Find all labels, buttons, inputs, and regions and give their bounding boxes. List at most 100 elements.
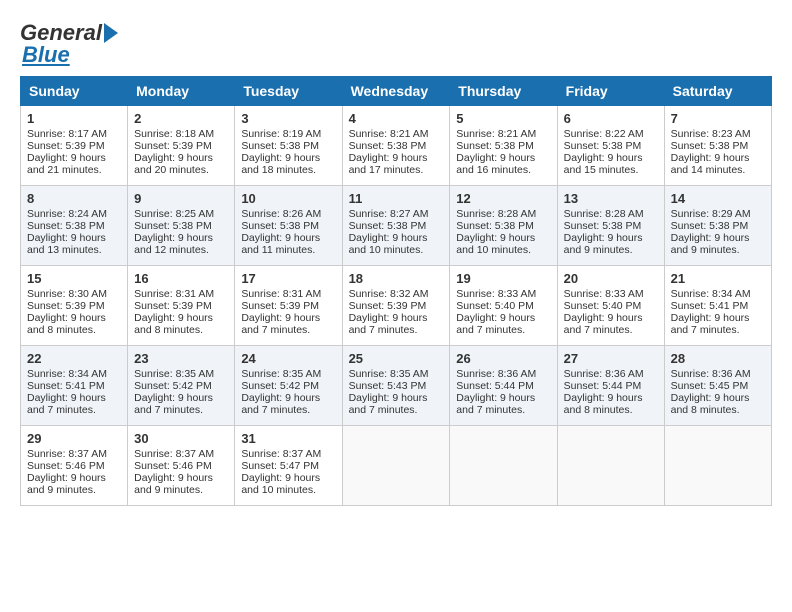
daylight-text: Daylight: 9 hours and 20 minutes.	[134, 152, 213, 176]
sunrise-text: Sunrise: 8:24 AM	[27, 208, 107, 220]
daylight-text: Daylight: 9 hours and 8 minutes.	[671, 392, 750, 416]
calendar-cell: 20 Sunrise: 8:33 AM Sunset: 5:40 PM Dayl…	[557, 266, 664, 346]
calendar-cell	[342, 426, 450, 506]
sunrise-text: Sunrise: 8:37 AM	[241, 448, 321, 460]
calendar-cell: 18 Sunrise: 8:32 AM Sunset: 5:39 PM Dayl…	[342, 266, 450, 346]
calendar-cell: 22 Sunrise: 8:34 AM Sunset: 5:41 PM Dayl…	[21, 346, 128, 426]
daylight-text: Daylight: 9 hours and 15 minutes.	[564, 152, 643, 176]
daylight-text: Daylight: 9 hours and 12 minutes.	[134, 232, 213, 256]
sunrise-text: Sunrise: 8:37 AM	[134, 448, 214, 460]
calendar-week-row: 1 Sunrise: 8:17 AM Sunset: 5:39 PM Dayli…	[21, 106, 772, 186]
calendar-cell: 24 Sunrise: 8:35 AM Sunset: 5:42 PM Dayl…	[235, 346, 342, 426]
calendar-cell: 19 Sunrise: 8:33 AM Sunset: 5:40 PM Dayl…	[450, 266, 557, 346]
sunset-text: Sunset: 5:38 PM	[456, 140, 534, 152]
sunrise-text: Sunrise: 8:35 AM	[134, 368, 214, 380]
sunset-text: Sunset: 5:39 PM	[349, 300, 427, 312]
calendar-cell: 6 Sunrise: 8:22 AM Sunset: 5:38 PM Dayli…	[557, 106, 664, 186]
daylight-text: Daylight: 9 hours and 7 minutes.	[27, 392, 106, 416]
sunset-text: Sunset: 5:39 PM	[27, 140, 105, 152]
calendar-cell: 17 Sunrise: 8:31 AM Sunset: 5:39 PM Dayl…	[235, 266, 342, 346]
calendar-week-row: 22 Sunrise: 8:34 AM Sunset: 5:41 PM Dayl…	[21, 346, 772, 426]
calendar-cell: 15 Sunrise: 8:30 AM Sunset: 5:39 PM Dayl…	[21, 266, 128, 346]
daylight-text: Daylight: 9 hours and 18 minutes.	[241, 152, 320, 176]
calendar-cell	[557, 426, 664, 506]
sunset-text: Sunset: 5:41 PM	[27, 380, 105, 392]
sunset-text: Sunset: 5:47 PM	[241, 460, 319, 472]
sunset-text: Sunset: 5:40 PM	[564, 300, 642, 312]
daylight-text: Daylight: 9 hours and 8 minutes.	[27, 312, 106, 336]
calendar-table: SundayMondayTuesdayWednesdayThursdayFrid…	[20, 76, 772, 506]
daylight-text: Daylight: 9 hours and 7 minutes.	[241, 392, 320, 416]
day-number: 11	[349, 191, 444, 206]
sunrise-text: Sunrise: 8:34 AM	[671, 288, 751, 300]
day-number: 16	[134, 271, 228, 286]
day-number: 31	[241, 431, 335, 446]
sunset-text: Sunset: 5:42 PM	[134, 380, 212, 392]
weekday-header-thursday: Thursday	[450, 77, 557, 106]
sunrise-text: Sunrise: 8:36 AM	[456, 368, 536, 380]
sunrise-text: Sunrise: 8:35 AM	[349, 368, 429, 380]
sunset-text: Sunset: 5:46 PM	[134, 460, 212, 472]
calendar-cell: 2 Sunrise: 8:18 AM Sunset: 5:39 PM Dayli…	[128, 106, 235, 186]
sunset-text: Sunset: 5:38 PM	[456, 220, 534, 232]
calendar-cell: 13 Sunrise: 8:28 AM Sunset: 5:38 PM Dayl…	[557, 186, 664, 266]
day-number: 20	[564, 271, 658, 286]
calendar-cell: 26 Sunrise: 8:36 AM Sunset: 5:44 PM Dayl…	[450, 346, 557, 426]
daylight-text: Daylight: 9 hours and 13 minutes.	[27, 232, 106, 256]
day-number: 24	[241, 351, 335, 366]
sunrise-text: Sunrise: 8:37 AM	[27, 448, 107, 460]
daylight-text: Daylight: 9 hours and 7 minutes.	[349, 392, 428, 416]
daylight-text: Daylight: 9 hours and 7 minutes.	[349, 312, 428, 336]
sunset-text: Sunset: 5:38 PM	[134, 220, 212, 232]
calendar-week-row: 15 Sunrise: 8:30 AM Sunset: 5:39 PM Dayl…	[21, 266, 772, 346]
day-number: 8	[27, 191, 121, 206]
sunrise-text: Sunrise: 8:27 AM	[349, 208, 429, 220]
sunrise-text: Sunrise: 8:30 AM	[27, 288, 107, 300]
calendar-cell: 3 Sunrise: 8:19 AM Sunset: 5:38 PM Dayli…	[235, 106, 342, 186]
calendar-cell: 1 Sunrise: 8:17 AM Sunset: 5:39 PM Dayli…	[21, 106, 128, 186]
calendar-cell: 4 Sunrise: 8:21 AM Sunset: 5:38 PM Dayli…	[342, 106, 450, 186]
day-number: 3	[241, 111, 335, 126]
sunrise-text: Sunrise: 8:33 AM	[564, 288, 644, 300]
sunrise-text: Sunrise: 8:33 AM	[456, 288, 536, 300]
sunset-text: Sunset: 5:39 PM	[134, 300, 212, 312]
weekday-header-row: SundayMondayTuesdayWednesdayThursdayFrid…	[21, 77, 772, 106]
calendar-cell: 27 Sunrise: 8:36 AM Sunset: 5:44 PM Dayl…	[557, 346, 664, 426]
daylight-text: Daylight: 9 hours and 17 minutes.	[349, 152, 428, 176]
sunrise-text: Sunrise: 8:21 AM	[456, 128, 536, 140]
calendar-cell: 10 Sunrise: 8:26 AM Sunset: 5:38 PM Dayl…	[235, 186, 342, 266]
day-number: 6	[564, 111, 658, 126]
sunset-text: Sunset: 5:38 PM	[671, 220, 749, 232]
day-number: 2	[134, 111, 228, 126]
sunrise-text: Sunrise: 8:26 AM	[241, 208, 321, 220]
sunset-text: Sunset: 5:41 PM	[671, 300, 749, 312]
sunset-text: Sunset: 5:43 PM	[349, 380, 427, 392]
daylight-text: Daylight: 9 hours and 9 minutes.	[27, 472, 106, 496]
calendar-week-row: 8 Sunrise: 8:24 AM Sunset: 5:38 PM Dayli…	[21, 186, 772, 266]
sunrise-text: Sunrise: 8:32 AM	[349, 288, 429, 300]
sunrise-text: Sunrise: 8:36 AM	[671, 368, 751, 380]
daylight-text: Daylight: 9 hours and 7 minutes.	[671, 312, 750, 336]
sunrise-text: Sunrise: 8:28 AM	[564, 208, 644, 220]
sunrise-text: Sunrise: 8:23 AM	[671, 128, 751, 140]
sunset-text: Sunset: 5:38 PM	[349, 220, 427, 232]
daylight-text: Daylight: 9 hours and 7 minutes.	[564, 312, 643, 336]
sunset-text: Sunset: 5:44 PM	[456, 380, 534, 392]
day-number: 26	[456, 351, 550, 366]
daylight-text: Daylight: 9 hours and 7 minutes.	[134, 392, 213, 416]
calendar-cell: 21 Sunrise: 8:34 AM Sunset: 5:41 PM Dayl…	[664, 266, 771, 346]
day-number: 12	[456, 191, 550, 206]
day-number: 29	[27, 431, 121, 446]
sunrise-text: Sunrise: 8:21 AM	[349, 128, 429, 140]
calendar-cell: 30 Sunrise: 8:37 AM Sunset: 5:46 PM Dayl…	[128, 426, 235, 506]
daylight-text: Daylight: 9 hours and 9 minutes.	[134, 472, 213, 496]
day-number: 30	[134, 431, 228, 446]
calendar-cell: 9 Sunrise: 8:25 AM Sunset: 5:38 PM Dayli…	[128, 186, 235, 266]
day-number: 1	[27, 111, 121, 126]
sunset-text: Sunset: 5:44 PM	[564, 380, 642, 392]
daylight-text: Daylight: 9 hours and 9 minutes.	[564, 232, 643, 256]
sunset-text: Sunset: 5:38 PM	[349, 140, 427, 152]
day-number: 14	[671, 191, 765, 206]
sunrise-text: Sunrise: 8:28 AM	[456, 208, 536, 220]
calendar-cell: 5 Sunrise: 8:21 AM Sunset: 5:38 PM Dayli…	[450, 106, 557, 186]
